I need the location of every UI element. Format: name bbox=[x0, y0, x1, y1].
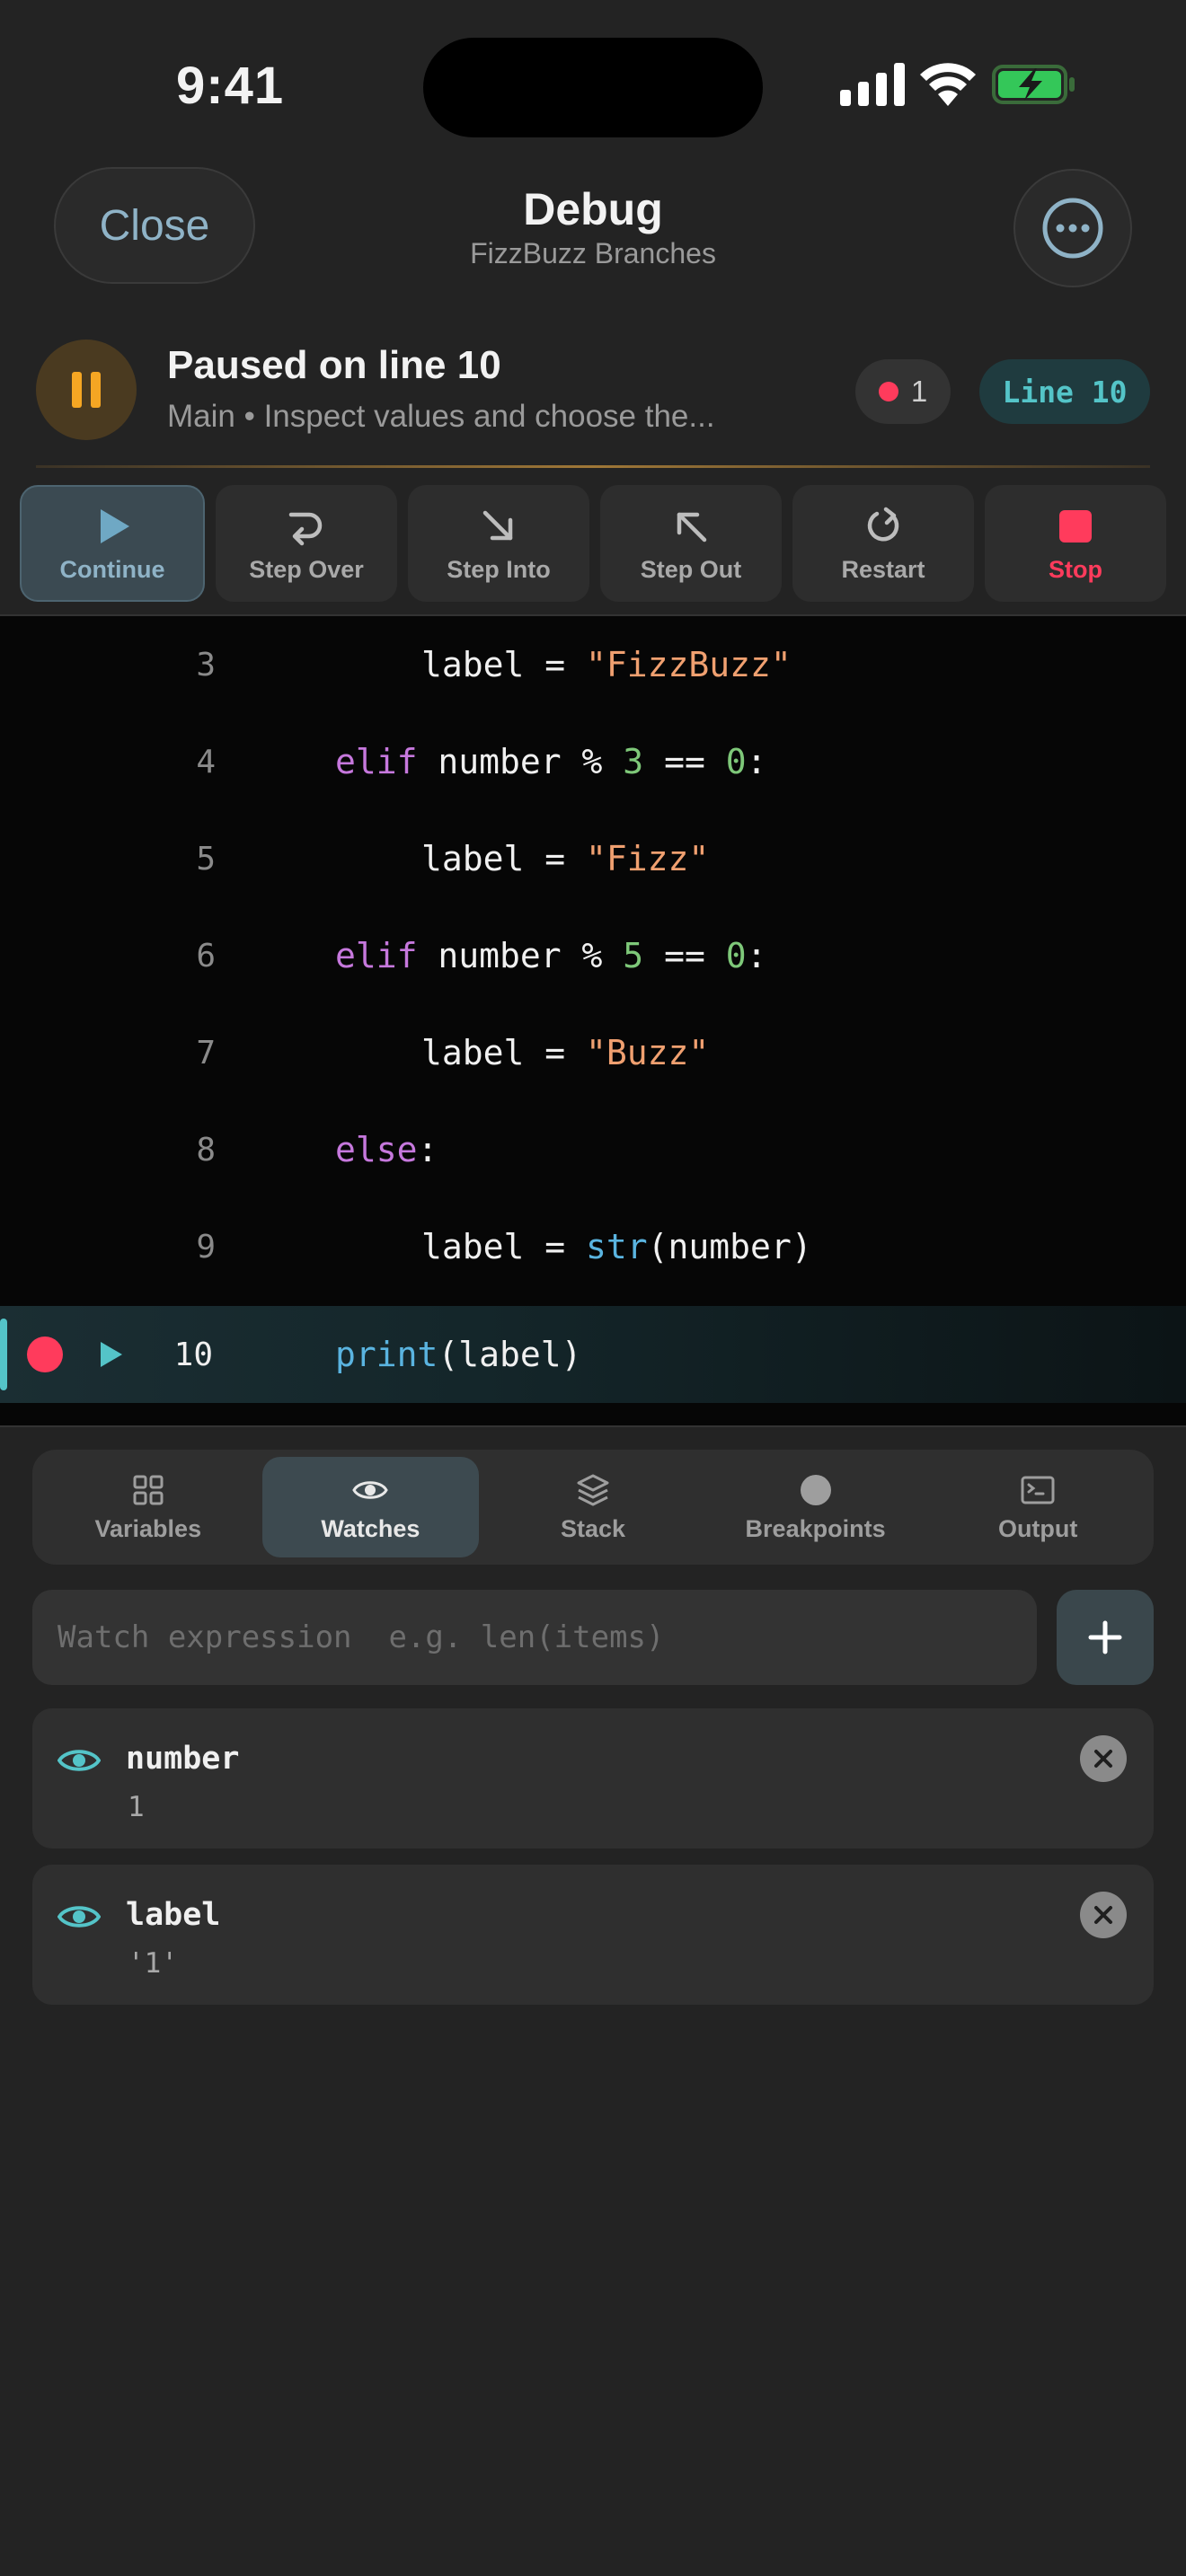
play-icon bbox=[101, 508, 129, 543]
eye-icon bbox=[352, 1480, 389, 1499]
watch-value: 1 bbox=[128, 1791, 145, 1823]
tab-breakpoints[interactable]: Breakpoints bbox=[707, 1457, 925, 1557]
step-into-label: Step Into bbox=[447, 555, 551, 583]
code-text: label = str(number) bbox=[421, 1227, 812, 1266]
tab-variables[interactable]: Variables bbox=[40, 1457, 257, 1557]
code-text: label = "Fizz" bbox=[421, 839, 710, 878]
code-text: label = "Buzz" bbox=[421, 1033, 710, 1072]
watch-item[interactable]: number 1 bbox=[32, 1708, 1154, 1848]
code-line[interactable]: 7 label = "Buzz" bbox=[0, 1004, 1186, 1101]
step-out-icon bbox=[677, 512, 707, 542]
remove-watch-button[interactable] bbox=[1080, 1735, 1127, 1782]
code-line[interactable]: 8 else: bbox=[0, 1101, 1186, 1198]
step-out-label: Step Out bbox=[640, 555, 742, 583]
add-watch-button[interactable] bbox=[1057, 1590, 1154, 1685]
close-icon bbox=[1094, 1750, 1112, 1768]
watch-name: label bbox=[126, 1897, 221, 1933]
continue-button[interactable]: Continue bbox=[20, 485, 205, 602]
code-text: label = "FizzBuzz" bbox=[421, 645, 792, 684]
inspector-tabs: Variables Watches Stack Breakpoints Outp… bbox=[32, 1450, 1154, 1565]
code-line[interactable]: 3 label = "FizzBuzz" bbox=[0, 616, 1186, 713]
stop-button[interactable]: Stop bbox=[985, 485, 1166, 602]
wifi-icon bbox=[920, 63, 976, 106]
current-code-line[interactable]: 10 print(label) bbox=[0, 1306, 1186, 1403]
line-number: 8 bbox=[196, 1131, 216, 1169]
watch-value: '1' bbox=[128, 1947, 178, 1980]
tab-stack[interactable]: Stack bbox=[484, 1457, 702, 1557]
code-editor[interactable]: 3 label = "FizzBuzz" 4 elif number % 3 =… bbox=[0, 614, 1186, 1427]
tab-label: Stack bbox=[560, 1514, 626, 1542]
code-text: else: bbox=[335, 1130, 438, 1169]
breakpoint-marker-icon[interactable] bbox=[27, 1337, 63, 1372]
tab-label: Variables bbox=[94, 1514, 202, 1542]
plus-icon bbox=[1088, 1620, 1122, 1654]
code-text: print(label) bbox=[335, 1335, 582, 1374]
watch-item[interactable]: label '1' bbox=[32, 1865, 1154, 2005]
watch-name: number bbox=[126, 1741, 240, 1777]
battery-charging-icon bbox=[992, 65, 1075, 104]
dynamic-island bbox=[423, 38, 763, 137]
line-number: 3 bbox=[196, 646, 216, 684]
tab-output[interactable]: Output bbox=[929, 1457, 1146, 1557]
stop-icon bbox=[1059, 509, 1092, 543]
paused-subtitle: Main • Inspect values and choose the... bbox=[167, 399, 715, 434]
close-button[interactable]: Close bbox=[54, 167, 255, 284]
code-text: elif number % 5 == 0: bbox=[335, 936, 767, 975]
line-number: 4 bbox=[196, 743, 216, 781]
tab-label: Watches bbox=[321, 1514, 420, 1542]
execution-pointer-icon bbox=[101, 1342, 122, 1367]
close-icon bbox=[1094, 1906, 1112, 1924]
remove-watch-button[interactable] bbox=[1080, 1892, 1127, 1938]
current-line-indicator bbox=[0, 1319, 7, 1390]
debug-toolbar: Continue Step Over Step Into Step Out Re… bbox=[20, 485, 1166, 602]
breakpoint-count-badge[interactable]: 1 bbox=[855, 359, 951, 424]
line-number: 9 bbox=[196, 1228, 216, 1266]
status-time: 9:41 bbox=[176, 57, 285, 115]
code-line[interactable]: 4 elif number % 3 == 0: bbox=[0, 713, 1186, 810]
pause-status-icon bbox=[36, 340, 137, 440]
restart-label: Restart bbox=[841, 555, 925, 583]
step-into-button[interactable]: Step Into bbox=[408, 485, 589, 602]
status-bar: 9:41 bbox=[0, 0, 1186, 171]
code-line[interactable]: 6 elif number % 5 == 0: bbox=[0, 907, 1186, 1004]
cellular-signal-icon bbox=[840, 63, 905, 106]
breakpoint-count: 1 bbox=[910, 375, 928, 408]
terminal-icon bbox=[1021, 1476, 1055, 1504]
continue-label: Continue bbox=[59, 555, 165, 583]
code-line[interactable]: 9 label = str(number) bbox=[0, 1198, 1186, 1295]
tab-label: Breakpoints bbox=[745, 1514, 886, 1542]
circle-icon bbox=[800, 1474, 831, 1505]
step-over-button[interactable]: Step Over bbox=[216, 485, 397, 602]
stop-label: Stop bbox=[1049, 555, 1102, 583]
paused-title: Paused on line 10 bbox=[167, 343, 501, 387]
step-into-icon bbox=[482, 510, 513, 540]
more-options-button[interactable] bbox=[1013, 169, 1132, 287]
layers-icon bbox=[577, 1474, 609, 1505]
grid-icon bbox=[133, 1475, 164, 1504]
page-title: Debug bbox=[523, 184, 663, 234]
step-out-button[interactable]: Step Out bbox=[600, 485, 782, 602]
restart-icon bbox=[867, 507, 899, 541]
step-over-icon bbox=[288, 512, 323, 545]
page-subtitle: FizzBuzz Branches bbox=[470, 237, 716, 269]
breakpoint-dot-icon bbox=[878, 382, 898, 401]
pause-icon bbox=[72, 372, 101, 408]
step-over-label: Step Over bbox=[249, 555, 364, 583]
ellipsis-circle-icon bbox=[1042, 198, 1103, 259]
divider bbox=[36, 465, 1150, 468]
eye-icon bbox=[58, 1906, 101, 1928]
tab-label: Output bbox=[997, 1514, 1078, 1542]
eye-icon bbox=[58, 1750, 101, 1771]
line-number: 6 bbox=[196, 937, 216, 975]
current-line-badge[interactable]: Line 10 bbox=[979, 359, 1150, 424]
line-number: 5 bbox=[196, 840, 216, 878]
line-number: 10 bbox=[173, 1336, 213, 1373]
watch-expression-input[interactable] bbox=[32, 1590, 1037, 1685]
restart-button[interactable]: Restart bbox=[792, 485, 974, 602]
code-line[interactable]: 5 label = "Fizz" bbox=[0, 810, 1186, 907]
tab-watches[interactable]: Watches bbox=[261, 1457, 480, 1557]
line-number: 7 bbox=[196, 1034, 216, 1072]
code-text: elif number % 3 == 0: bbox=[335, 742, 767, 781]
